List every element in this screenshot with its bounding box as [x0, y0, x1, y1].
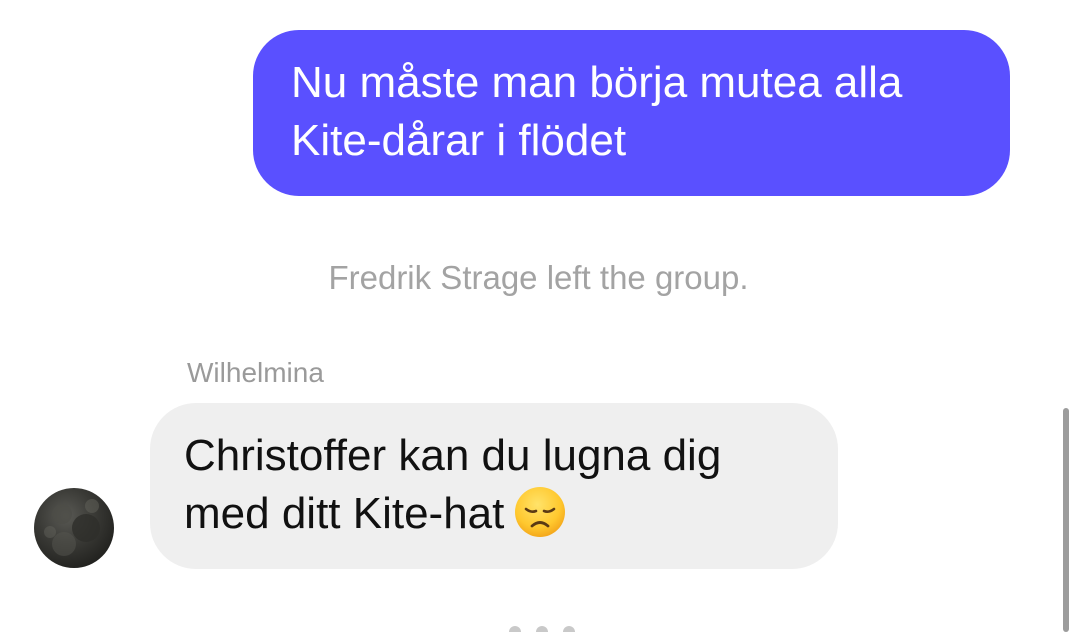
message-text-line: Kite-dårar i flödet	[291, 116, 627, 165]
message-text-line: Nu måste man börja mutea alla	[291, 58, 903, 107]
message-text-line-with-emoji: med ditt Kite-hat	[184, 485, 818, 543]
scrollbar[interactable]	[1063, 408, 1069, 632]
chat-screen: Nu måste man börja mutea alla Kite-dårar…	[0, 0, 1079, 632]
disappointed-face-icon	[515, 487, 566, 537]
outgoing-message-bubble[interactable]: Nu måste man börja mutea alla Kite-dårar…	[253, 30, 1010, 196]
avatar[interactable]	[34, 488, 114, 568]
system-notice-text: Fredrik Strage left the group.	[328, 259, 749, 296]
incoming-message-bubble[interactable]: Christoffer kan du lugna dig med ditt Ki…	[150, 403, 838, 569]
typing-indicator	[505, 626, 579, 632]
avatar-photo	[44, 499, 100, 556]
message-text-line: Christoffer kan du lugna dig	[184, 431, 722, 480]
message-text: med ditt Kite-hat	[184, 489, 505, 538]
sender-name: Wilhelmina	[187, 357, 324, 388]
system-notice: Fredrik Strage left the group.	[0, 256, 1079, 300]
